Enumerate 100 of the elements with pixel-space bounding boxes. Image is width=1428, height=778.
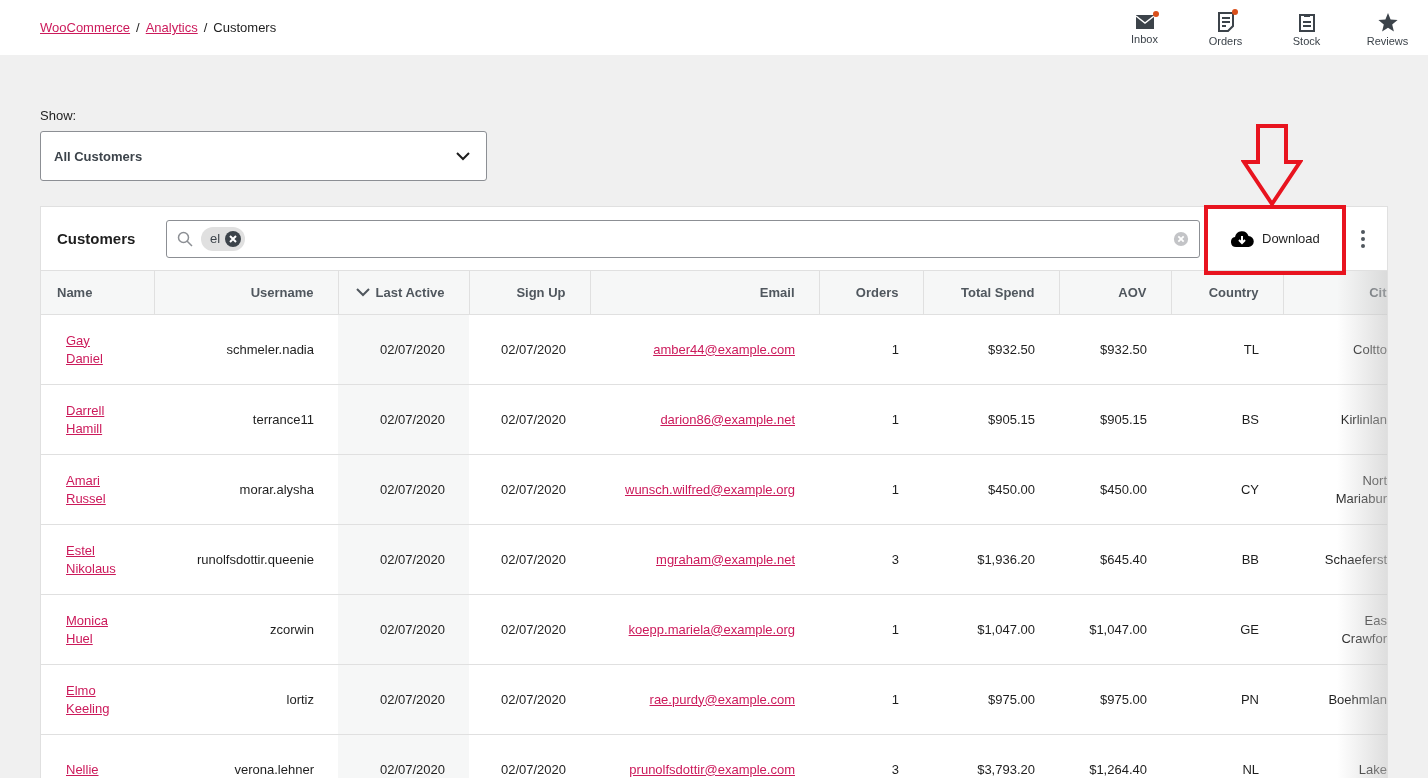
breadcrumb-separator: / (203, 20, 208, 35)
column-header[interactable]: Total Spend (923, 271, 1059, 315)
customer-name-link[interactable]: Estel Nikolaus (57, 541, 126, 578)
chevron-down-icon (456, 151, 470, 161)
table-cell: 02/07/2020 (469, 664, 590, 735)
table-cell: 1 (819, 594, 923, 665)
table-cell: 02/07/2020 (338, 524, 469, 595)
sort-chevron-icon (355, 288, 370, 297)
email-link[interactable]: wunsch.wilfred@example.org (625, 481, 795, 497)
table-cell: 02/07/2020 (338, 454, 469, 525)
customer-name-link[interactable]: Monica Huel (57, 611, 126, 648)
search-field[interactable]: el (166, 219, 1200, 258)
star-icon (1377, 12, 1398, 32)
table-cell: runolfsdottir.queenie (154, 524, 338, 595)
table-cell: 02/07/2020 (338, 314, 469, 385)
table-cell: $1,047.00 (923, 594, 1059, 665)
column-header[interactable]: AOV (1059, 271, 1171, 315)
column-header[interactable]: Country (1171, 271, 1283, 315)
table-cell: CY (1171, 454, 1283, 525)
activity-button[interactable]: Reviews (1347, 0, 1428, 55)
table-cell: 1 (819, 664, 923, 735)
column-header[interactable]: Orders (819, 271, 923, 315)
document-icon (1217, 12, 1234, 32)
customer-name-link[interactable]: Darrell Hamill (57, 401, 126, 438)
table-cell: $905.15 (1059, 384, 1171, 455)
table-cell: $1,264.40 (1059, 734, 1171, 778)
column-header[interactable]: Username (154, 271, 338, 315)
clipboard-icon (1298, 12, 1315, 32)
table-cell: $905.15 (923, 384, 1059, 455)
table-cell: Boehmlan (1283, 664, 1387, 735)
table-cell: 02/07/2020 (338, 594, 469, 665)
table-cell: $3,793.20 (923, 734, 1059, 778)
column-header[interactable]: Last Active (338, 271, 469, 315)
table-cell: 02/07/2020 (469, 734, 590, 778)
table-cell: TL (1171, 314, 1283, 385)
activity-button[interactable]: Stock (1266, 0, 1347, 55)
table-cell: Kirlinlan (1283, 384, 1387, 455)
breadcrumb-separator: / (136, 20, 140, 35)
table-cell: $450.00 (923, 454, 1059, 525)
table-cell: BS (1171, 384, 1283, 455)
email-link[interactable]: mgraham@example.net (656, 551, 795, 567)
table-cell: 02/07/2020 (469, 524, 590, 595)
customers-dropdown[interactable]: All Customers (40, 131, 487, 181)
table-cell: lortiz (154, 664, 338, 735)
table-cell: $932.50 (1059, 314, 1171, 385)
customer-name-link[interactable]: Amari Russel (57, 471, 126, 508)
table-cell: $645.40 (1059, 524, 1171, 595)
search-icon (177, 230, 193, 247)
table-cell: $1,936.20 (923, 524, 1059, 595)
column-header[interactable]: Name (41, 271, 154, 315)
table-cell: Eas Crawfor (1283, 594, 1387, 665)
filter-label: Show: (40, 108, 78, 123)
table-cell: verona.lehner (154, 734, 338, 778)
email-link[interactable]: prunolfsdottir@example.com (629, 761, 795, 777)
table-cell: zcorwin (154, 594, 338, 665)
table-cell: GE (1171, 594, 1283, 665)
table-cell: $975.00 (923, 664, 1059, 735)
table-cell: $1,047.00 (1059, 594, 1171, 665)
envelope-icon (1134, 14, 1155, 30)
table-cell: $450.00 (1059, 454, 1171, 525)
customer-name-link[interactable]: Elmo Keeling (57, 681, 126, 718)
table-cell: morar.alysha (154, 454, 338, 525)
table-cell: 02/07/2020 (469, 384, 590, 455)
page-title: Customers (213, 20, 277, 35)
table-cell: 1 (819, 384, 923, 455)
download-button[interactable]: Download (1230, 222, 1324, 255)
activity-button[interactable]: Orders (1185, 0, 1266, 55)
table-cell: 1 (819, 314, 923, 385)
cloud-download-icon (1230, 230, 1254, 247)
table-cell: Schaeferst (1283, 524, 1387, 595)
table-cell: 1 (819, 454, 923, 525)
kebab-icon (1361, 229, 1365, 248)
breadcrumb-link[interactable]: Analytics (145, 20, 198, 35)
table-cell: PN (1171, 664, 1283, 735)
email-link[interactable]: rae.purdy@example.com (649, 691, 795, 707)
table-cell: terrance11 (154, 384, 338, 455)
table-cell: $975.00 (1059, 664, 1171, 735)
card-title: Customers (57, 230, 137, 247)
activity-button[interactable]: Inbox (1104, 0, 1185, 55)
breadcrumb-link[interactable]: WooCommerce (40, 20, 131, 35)
table-cell: Nort Mariabur (1283, 454, 1387, 525)
table-cell: 02/07/2020 (338, 384, 469, 455)
email-link[interactable]: koepp.mariela@example.org (628, 621, 795, 637)
table-cell: 3 (819, 524, 923, 595)
customer-name-link[interactable]: Gay Daniel (57, 331, 126, 368)
table-cell: 02/07/2020 (338, 664, 469, 735)
column-header[interactable]: Email (590, 271, 819, 315)
table-cell: Coltto (1283, 314, 1387, 385)
column-header[interactable]: Sign Up (469, 271, 590, 315)
remove-icon[interactable] (224, 229, 243, 248)
customer-name-link[interactable]: Nellie (57, 760, 126, 778)
table-cell: 02/07/2020 (469, 314, 590, 385)
email-link[interactable]: darion86@example.net (660, 411, 795, 427)
email-link[interactable]: amber44@example.com (653, 341, 795, 357)
table-cell: $932.50 (923, 314, 1059, 385)
table-cell: schmeler.nadia (154, 314, 338, 385)
table-cell: 02/07/2020 (338, 734, 469, 778)
table-cell: BB (1171, 524, 1283, 595)
table-cell: 02/07/2020 (469, 594, 590, 665)
search-chip[interactable]: el (201, 226, 246, 251)
